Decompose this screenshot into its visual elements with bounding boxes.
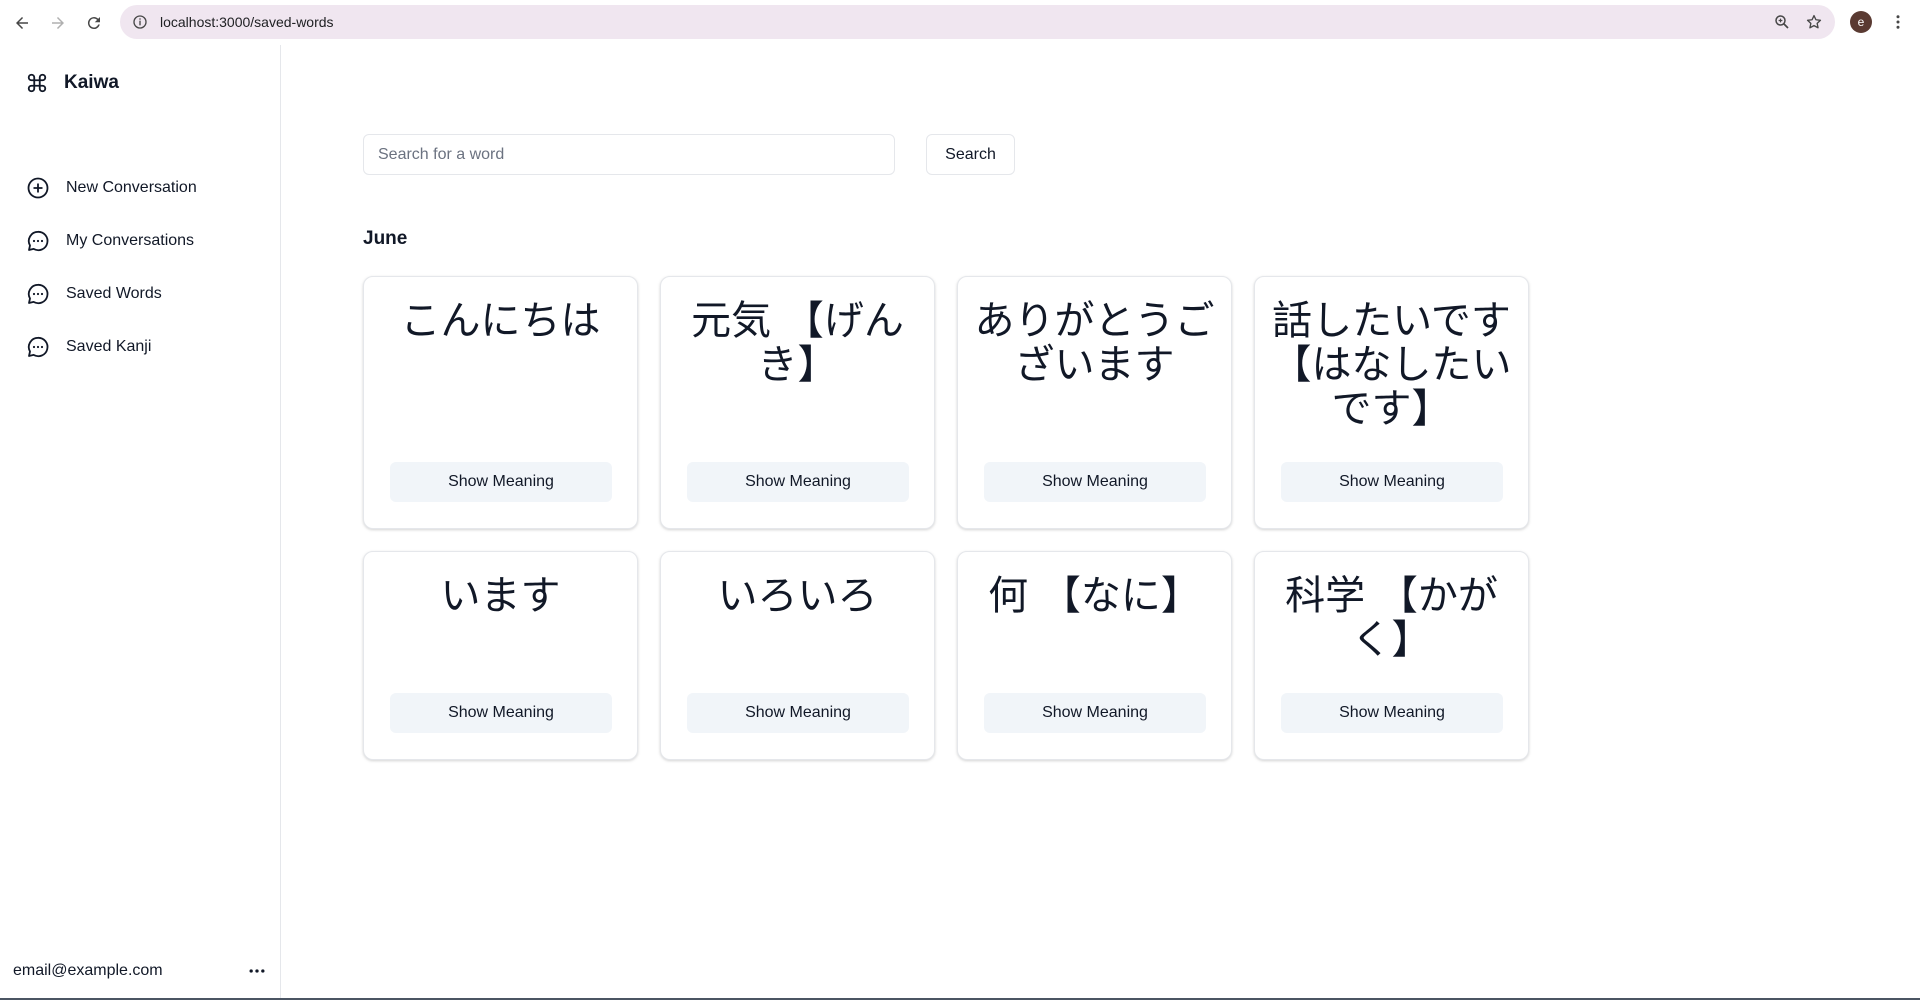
sidebar-item-label: Saved Words [66,284,162,302]
arrow-left-icon [16,16,28,29]
word-text: こんにちは [400,298,601,344]
word-card: いろいろ Show Meaning [660,551,935,760]
sidebar-item-new-conversation[interactable]: New Conversation [26,161,197,214]
word-text: 科学 【かがく】 [1285,573,1498,663]
sidebar-item-label: Saved Kanji [66,337,152,355]
profile-avatar[interactable]: e [1850,11,1872,33]
back-button[interactable] [8,9,36,37]
show-meaning-button[interactable]: Show Meaning [984,693,1206,733]
browser-menu-button[interactable] [1888,11,1908,33]
sidebar-item-my-conversations[interactable]: My Conversations [26,214,197,267]
word-card: 科学 【かがく】 Show Meaning [1254,551,1529,760]
user-email: email@example.com [13,962,163,979]
chat-bubble-icon [27,336,49,357]
word-text: 話したいです 【はなしたいです】 [1271,298,1512,432]
show-meaning-button[interactable]: Show Meaning [687,693,909,733]
horizontal-dots-icon [249,969,265,973]
show-meaning-button[interactable]: Show Meaning [390,462,612,502]
arrow-right-icon [52,16,64,29]
command-icon [27,73,47,93]
reload-icon [87,16,100,29]
browser-toolbar: localhost:3000/saved-words e [0,0,1920,45]
search-button[interactable]: Search [926,134,1015,175]
word-card: 話したいです 【はなしたいです】 Show Meaning [1254,276,1529,529]
month-heading: June [363,228,408,249]
brand-name: Kaiwa [64,72,119,93]
sidebar: Kaiwa New Conversation My Conversations … [0,45,281,1000]
vertical-dots-icon [1896,15,1900,29]
word-text: 元気 【げんき】 [691,298,904,388]
show-meaning-button[interactable]: Show Meaning [1281,462,1503,502]
url-text: localhost:3000/saved-words [160,14,334,30]
main-content: Search June こんにちは Show Meaning 元気 【げんき】 … [282,45,1920,1000]
word-text: いろいろ [717,573,878,619]
bookmark-star-icon[interactable] [1805,13,1823,31]
word-text: 何 【なに】 [988,573,1201,619]
sidebar-item-saved-kanji[interactable]: Saved Kanji [26,320,197,373]
reload-button[interactable] [80,9,108,37]
address-bar[interactable]: localhost:3000/saved-words [120,5,1835,39]
sidebar-item-label: New Conversation [66,178,197,196]
zoom-icon[interactable] [1773,13,1791,31]
brand[interactable]: Kaiwa [26,72,119,94]
word-text: います [440,573,561,619]
word-card-grid: こんにちは Show Meaning 元気 【げんき】 Show Meaning… [363,276,1529,760]
account-menu-button[interactable] [246,960,268,982]
word-text: ありがとうございます [974,298,1215,388]
forward-button[interactable] [44,9,72,37]
word-card: 何 【なに】 Show Meaning [957,551,1232,760]
search-input[interactable] [363,134,895,175]
word-card: います Show Meaning [363,551,638,760]
sidebar-nav: New Conversation My Conversations Saved … [26,161,197,373]
word-card: こんにちは Show Meaning [363,276,638,529]
chat-bubble-icon [27,230,49,251]
user-account: email@example.com [13,960,268,982]
show-meaning-button[interactable]: Show Meaning [1281,693,1503,733]
sidebar-item-label: My Conversations [66,231,195,249]
plus-circle-icon [27,177,49,198]
sidebar-item-saved-words[interactable]: Saved Words [26,267,197,320]
word-card: ありがとうございます Show Meaning [957,276,1232,529]
show-meaning-button[interactable]: Show Meaning [984,462,1206,502]
site-info-icon[interactable] [132,14,148,30]
show-meaning-button[interactable]: Show Meaning [687,462,909,502]
show-meaning-button[interactable]: Show Meaning [390,693,612,733]
chat-bubble-icon [27,283,49,304]
word-card: 元気 【げんき】 Show Meaning [660,276,935,529]
